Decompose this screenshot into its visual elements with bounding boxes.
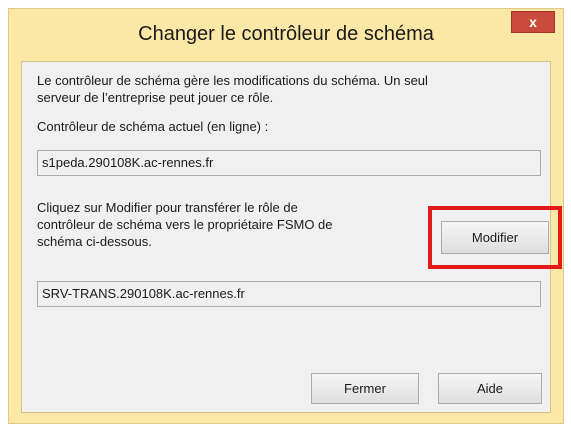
description-line-1: Le contrôleur de schéma gère les modific… <box>37 73 428 88</box>
title-bar[interactable]: Changer le contrôleur de schéma x <box>9 9 563 61</box>
transfer-text-line-3: schéma ci-dessous. <box>37 234 152 249</box>
description-line-2: serveur de l’entreprise peut jouer ce rô… <box>37 90 274 105</box>
close-icon: x <box>529 14 537 30</box>
dialog-title: Changer le contrôleur de schéma <box>138 23 434 45</box>
modify-button[interactable]: Modifier <box>441 221 549 254</box>
close-button[interactable]: x <box>511 11 555 33</box>
help-button[interactable]: Aide <box>438 373 542 404</box>
dialog-window: Changer le contrôleur de schéma x Le con… <box>8 8 564 424</box>
close-dialog-button[interactable]: Fermer <box>311 373 419 404</box>
dialog-body: Le contrôleur de schéma gère les modific… <box>21 61 562 413</box>
current-controller-label: Contrôleur de schéma actuel (en ligne) : <box>37 119 269 134</box>
transfer-text-line-2: contrôleur de schéma vers le propriétair… <box>37 217 333 232</box>
transfer-text-line-1: Cliquez sur Modifier pour transférer le … <box>37 200 298 215</box>
target-owner-field[interactable]: SRV-TRANS.290108K.ac-rennes.fr <box>37 281 541 307</box>
current-controller-field[interactable]: s1peda.290108K.ac-rennes.fr <box>37 150 541 176</box>
